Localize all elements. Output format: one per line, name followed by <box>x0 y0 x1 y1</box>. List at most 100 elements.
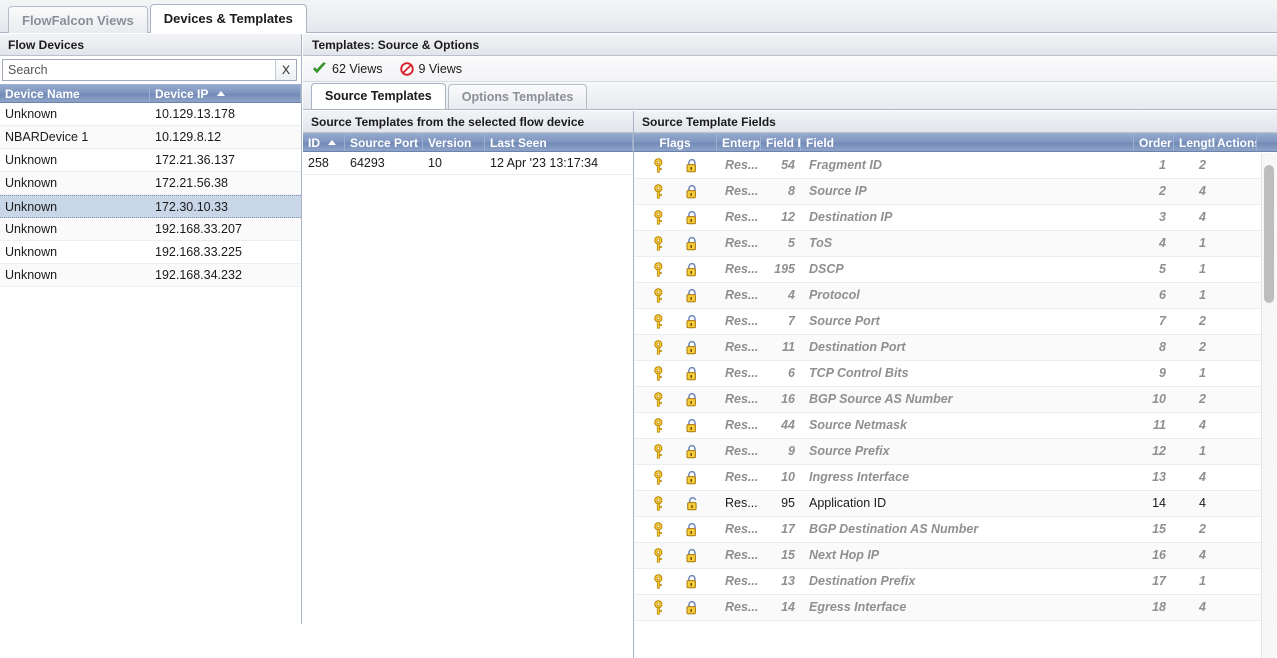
table-row[interactable]: Unknown 10.129.13.178 <box>0 103 301 126</box>
table-row[interactable]: 258 64293 10 12 Apr '23 13:17:34 <box>303 152 633 175</box>
table-row[interactable]: Res... 12 Destination IP 3 4 <box>634 205 1277 231</box>
table-row[interactable]: Res... 17 BGP Destination AS Number 15 2 <box>634 517 1277 543</box>
actions-cell[interactable] <box>1215 335 1257 360</box>
column-header-flags[interactable]: Flags <box>634 134 717 151</box>
column-header-length[interactable]: Length <box>1174 134 1215 151</box>
length-cell: 2 <box>1199 522 1206 536</box>
order-cell: 12 <box>1152 444 1166 458</box>
key-icon <box>654 496 663 511</box>
field-name-cell: Source Prefix <box>809 444 890 458</box>
templates-region: Templates: Source & Options 62 Views 9 V… <box>303 34 1277 658</box>
table-row[interactable]: Res... 13 Destination Prefix 17 1 <box>634 569 1277 595</box>
field-name-cell: Source Port <box>809 314 880 328</box>
actions-cell[interactable] <box>1215 361 1257 386</box>
table-row[interactable]: NBARDevice 1 10.129.8.12 <box>0 126 301 149</box>
table-row[interactable]: Res... 16 BGP Source AS Number 10 2 <box>634 387 1277 413</box>
table-row[interactable]: Res... 54 Fragment ID 1 2 <box>634 153 1277 179</box>
column-header-field[interactable]: Field <box>801 134 1134 151</box>
device-name-cell: Unknown <box>5 176 58 190</box>
tab-source-templates[interactable]: Source Templates <box>311 83 446 109</box>
table-row[interactable]: Unknown 192.168.33.207 <box>0 218 301 241</box>
field-id-cell: 10 <box>781 470 795 484</box>
actions-cell[interactable] <box>1215 517 1257 542</box>
column-header-source-port[interactable]: Source Port <box>345 134 423 151</box>
enterprise-cell: Res... <box>725 496 758 510</box>
table-row[interactable]: Unknown 172.30.10.33 <box>0 195 301 218</box>
device-ip-cell: 192.168.33.207 <box>155 222 242 236</box>
table-row[interactable]: Res... 5 ToS 4 1 <box>634 231 1277 257</box>
flags-cell <box>634 413 717 438</box>
device-list: Unknown 10.129.13.178 NBARDevice 1 10.129.8… <box>0 103 301 287</box>
actions-cell[interactable] <box>1215 543 1257 568</box>
column-header-version[interactable]: Version <box>423 134 485 151</box>
source-template-fields-title: Source Template Fields <box>634 111 1277 133</box>
enterprise-cell: Res... <box>725 236 759 250</box>
enterprise-cell: Res... <box>725 574 759 588</box>
tab-devices-and-templates[interactable]: Devices & Templates <box>149 4 307 33</box>
actions-cell[interactable] <box>1215 387 1257 412</box>
field-name-cell: DSCP <box>809 262 844 276</box>
actions-cell[interactable] <box>1215 205 1257 230</box>
search-clear-icon[interactable]: X <box>275 60 296 80</box>
order-cell: 4 <box>1159 236 1166 250</box>
column-header-order[interactable]: Order <box>1134 134 1174 151</box>
table-row[interactable]: Res... 6 TCP Control Bits 9 1 <box>634 361 1277 387</box>
table-row[interactable]: Res... 4 Protocol 6 1 <box>634 283 1277 309</box>
table-row[interactable]: Res... 11 Destination Port 8 2 <box>634 335 1277 361</box>
column-header-actions[interactable]: Actions <box>1215 134 1257 151</box>
table-row[interactable]: Res... 44 Source Netmask 11 4 <box>634 413 1277 439</box>
actions-cell[interactable] <box>1215 153 1257 178</box>
table-row[interactable]: Unknown 192.168.34.232 <box>0 264 301 287</box>
lock-closed-icon <box>686 392 696 407</box>
tab-options-templates[interactable]: Options Templates <box>447 84 588 109</box>
device-ip-cell: 192.168.33.225 <box>155 245 242 259</box>
table-row[interactable]: Res... 95 Application ID 14 4 <box>634 491 1277 517</box>
check-icon <box>313 61 326 73</box>
key-icon <box>654 548 663 563</box>
table-row[interactable]: Unknown 172.21.36.137 <box>0 149 301 172</box>
key-icon <box>654 444 663 459</box>
actions-cell[interactable] <box>1215 231 1257 256</box>
table-row[interactable]: Res... 7 Source Port 7 2 <box>634 309 1277 335</box>
table-row[interactable]: Unknown 192.168.33.225 <box>0 241 301 264</box>
table-row[interactable]: Res... 10 Ingress Interface 13 4 <box>634 465 1277 491</box>
actions-cell[interactable] <box>1215 439 1257 464</box>
table-row[interactable]: Res... 15 Next Hop IP 16 4 <box>634 543 1277 569</box>
column-header-id[interactable]: ID <box>303 134 345 151</box>
table-row[interactable]: Res... 195 DSCP 5 1 <box>634 257 1277 283</box>
length-cell: 2 <box>1199 314 1206 328</box>
scrollbar-thumb[interactable] <box>1264 165 1274 303</box>
actions-cell[interactable] <box>1215 283 1257 308</box>
column-header-enterprise[interactable]: Enterpri <box>717 134 761 151</box>
field-id-cell: 54 <box>781 158 795 172</box>
lock-closed-icon <box>686 470 696 485</box>
table-row[interactable]: Res... 14 Egress Interface 18 4 <box>634 595 1277 621</box>
flags-cell <box>634 439 717 464</box>
actions-cell[interactable] <box>1215 179 1257 204</box>
actions-cell[interactable] <box>1215 595 1257 620</box>
column-header-device-name[interactable]: Device Name <box>0 85 150 102</box>
field-id-cell: 5 <box>788 236 795 250</box>
actions-cell[interactable] <box>1215 569 1257 594</box>
column-header-device-ip[interactable]: Device IP <box>150 85 301 102</box>
actions-cell[interactable] <box>1215 465 1257 490</box>
table-row[interactable]: Res... 8 Source IP 2 4 <box>634 179 1277 205</box>
column-header-field-id[interactable]: Field ID <box>761 134 801 151</box>
table-row[interactable]: Res... 9 Source Prefix 12 1 <box>634 439 1277 465</box>
lock-closed-icon <box>686 340 696 355</box>
column-header-last-seen[interactable]: Last Seen <box>485 134 633 151</box>
search-input[interactable] <box>3 60 275 80</box>
actions-cell[interactable] <box>1215 257 1257 282</box>
table-row[interactable]: Unknown 172.21.56.38 <box>0 172 301 195</box>
column-header-device-ip-label: Device IP <box>155 87 209 101</box>
actions-cell[interactable] <box>1215 309 1257 334</box>
order-cell: 6 <box>1159 288 1166 302</box>
length-cell: 1 <box>1199 366 1206 380</box>
field-name-cell: ToS <box>809 236 833 250</box>
tab-flowfalcon-views[interactable]: FlowFalcon Views <box>8 6 148 33</box>
actions-cell[interactable] <box>1215 413 1257 438</box>
lock-closed-icon <box>686 158 696 173</box>
actions-cell[interactable] <box>1215 491 1257 516</box>
template-fields-scrollbar[interactable] <box>1261 153 1276 658</box>
field-id-cell: 95 <box>781 496 795 510</box>
